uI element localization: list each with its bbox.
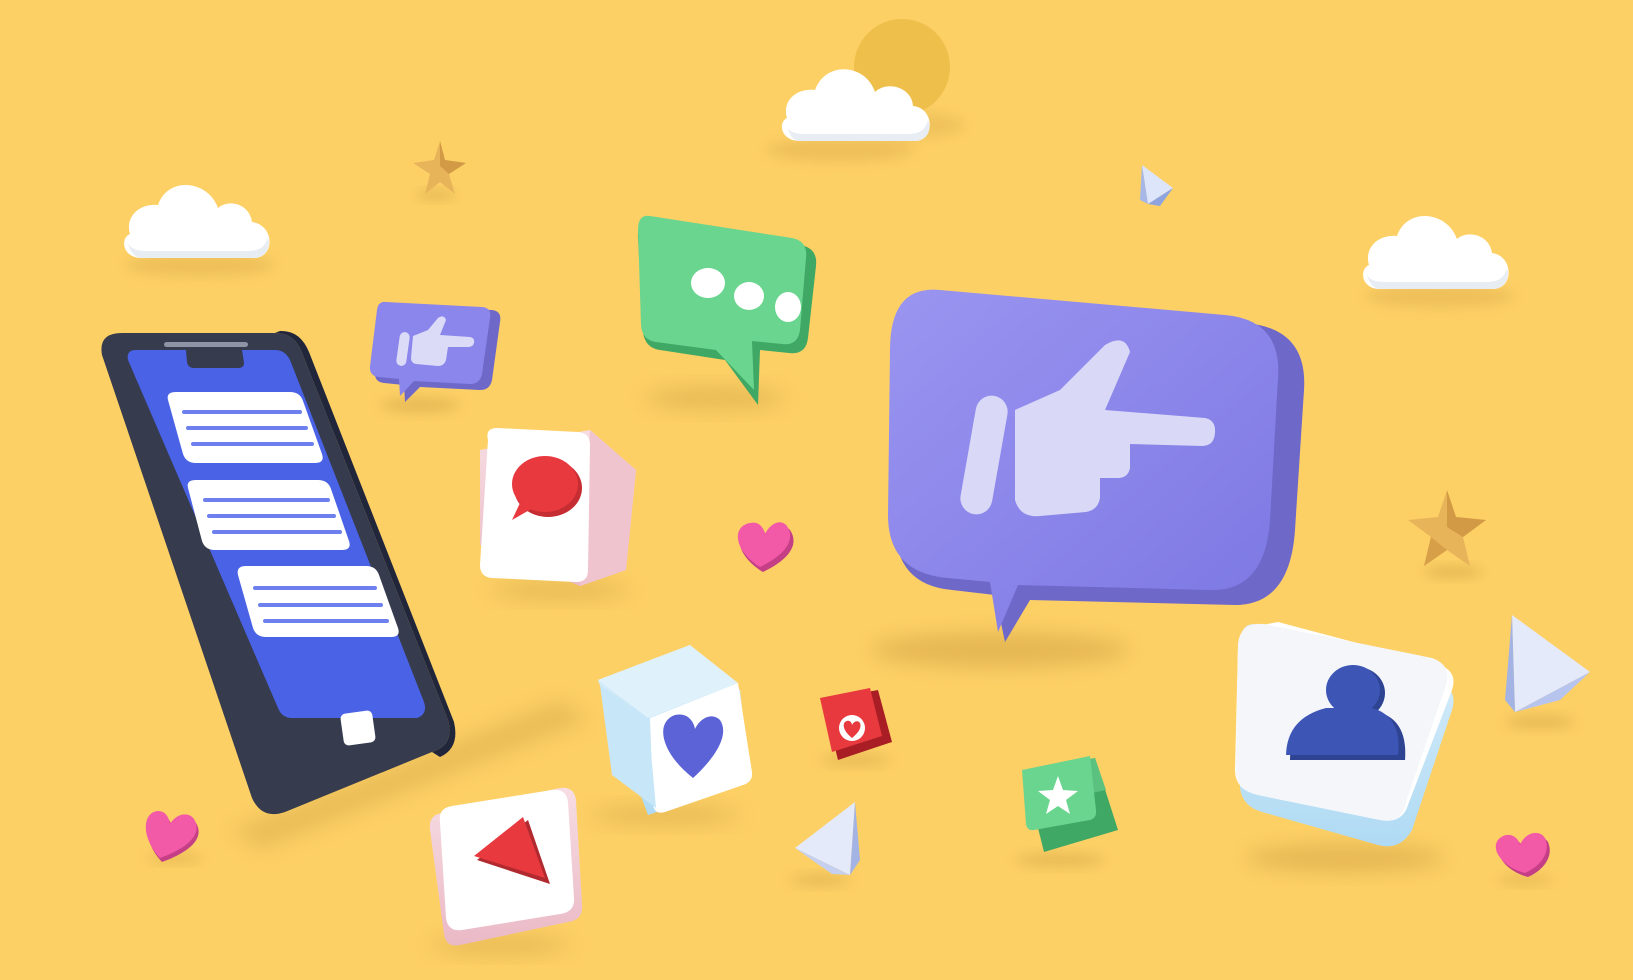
chat-message (187, 480, 350, 550)
comment-icon (480, 428, 636, 600)
chat-message (167, 392, 323, 463)
social-media-illustration (0, 0, 1633, 980)
chat-message (237, 566, 399, 637)
heart-icon (1495, 832, 1553, 885)
